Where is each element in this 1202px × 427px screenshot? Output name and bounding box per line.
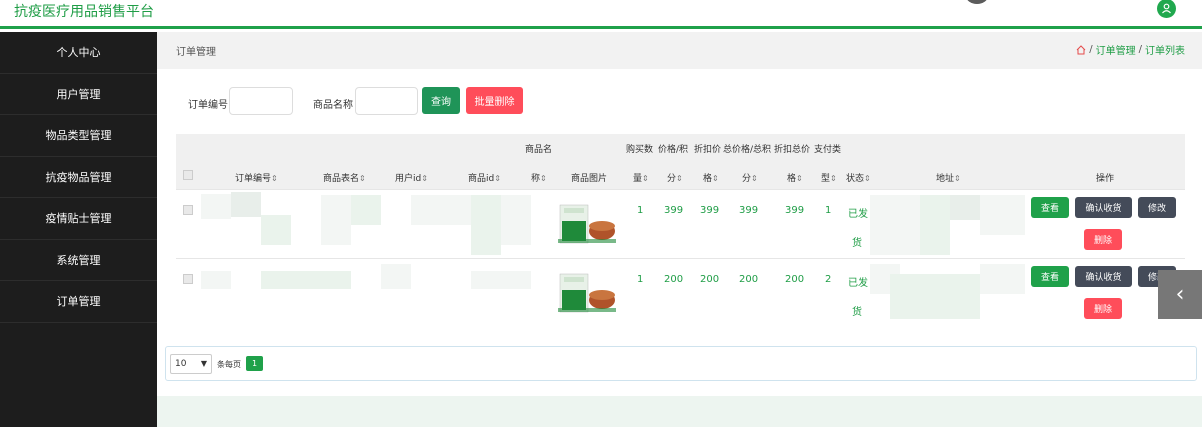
col-discount[interactable]: 格	[703, 171, 719, 184]
orders-table: 商品名 购买数 价格/积 折扣价 总价格/总积 折扣总价 支付类 订单编号 商品…	[176, 134, 1185, 327]
product-name-input[interactable]	[355, 87, 418, 115]
col-discount-total[interactable]: 格	[787, 171, 803, 184]
product-image	[558, 204, 616, 244]
col-qty[interactable]: 量	[633, 171, 649, 184]
col-status[interactable]: 状态	[846, 171, 871, 184]
col-table-name[interactable]: 商品表名	[323, 171, 366, 184]
sidebar-item-order-management[interactable]: 订单管理	[0, 281, 157, 323]
table-row: 1 399 399 399 399 1 已发 货 查看 确认收货 修改 删除	[176, 189, 1185, 258]
col-product-id[interactable]: 商品id	[468, 171, 501, 184]
product-image	[558, 273, 616, 313]
page-number-current[interactable]: 1	[246, 356, 263, 371]
sidebar: 个人中心 用户管理 物品类型管理 抗疫物品管理 疫情贴士管理 系统管理 订单管理	[0, 32, 157, 427]
order-no-label: 订单编号	[188, 100, 228, 111]
page-size-select[interactable]: 10 ▼	[170, 354, 212, 374]
search-bar: 订单编号 商品名称 查询 批量删除	[157, 69, 1202, 135]
top-bar: 抗疫医疗用品销售平台	[0, 0, 1202, 29]
main-area: 订单管理 / 订单管理 / 订单列表 订单编号 商品名称 查询 批量删除 商品名…	[157, 32, 1202, 427]
breadcrumb-path: / 订单管理 / 订单列表	[1076, 42, 1185, 57]
order-no-input[interactable]	[229, 87, 293, 115]
product-name-label: 商品名称	[313, 100, 353, 111]
sidebar-item-tips-management[interactable]: 疫情贴士管理	[0, 198, 157, 240]
col-product-name[interactable]: 称	[531, 171, 547, 184]
breadcrumb-order-management[interactable]: 订单管理	[1096, 42, 1136, 57]
per-page-label: 条每页	[217, 360, 241, 369]
view-button[interactable]: 查看	[1031, 197, 1069, 218]
sidebar-item-personal-center[interactable]: 个人中心	[0, 32, 157, 74]
sidebar-item-user-management[interactable]: 用户管理	[0, 74, 157, 115]
sidebar-item-item-type-management[interactable]: 物品类型管理	[0, 115, 157, 157]
col-actions: 操作	[1096, 174, 1115, 184]
sidebar-item-system-management[interactable]: 系统管理	[0, 240, 157, 281]
view-button[interactable]: 查看	[1031, 266, 1069, 287]
row-checkbox[interactable]	[183, 274, 193, 284]
delete-button[interactable]: 删除	[1084, 298, 1122, 319]
col-order-no[interactable]: 订单编号	[235, 171, 278, 184]
pagination: 10 ▼ 条每页 1	[165, 346, 1197, 381]
page-title: 订单管理	[176, 47, 216, 58]
table-header: 商品名 购买数 价格/积 折扣价 总价格/总积 折扣总价 支付类 订单编号 商品…	[176, 134, 1185, 189]
col-product-image: 商品图片	[571, 174, 608, 184]
app-title: 抗疫医疗用品销售平台	[14, 4, 154, 20]
edit-button[interactable]: 修改	[1138, 197, 1176, 218]
top-circle-button[interactable]	[966, 0, 988, 4]
breadcrumb: 订单管理 / 订单管理 / 订单列表	[157, 32, 1202, 69]
col-price[interactable]: 分	[667, 171, 683, 184]
chevron-down-icon: ▼	[200, 359, 207, 368]
row-checkbox[interactable]	[183, 205, 193, 215]
table-row: 1 200 200 200 200 2 已发 货 查看 确认收货 修改 删除	[176, 258, 1185, 327]
delete-button[interactable]: 删除	[1084, 229, 1122, 250]
confirm-receipt-button[interactable]: 确认收货	[1075, 197, 1132, 218]
breadcrumb-order-list: 订单列表	[1145, 46, 1185, 57]
user-icon	[1162, 3, 1171, 14]
avatar[interactable]	[1157, 0, 1176, 18]
col-address[interactable]: 地址	[936, 171, 961, 184]
home-icon[interactable]	[1076, 44, 1086, 55]
chevron-left-icon[interactable]: ‹	[1158, 270, 1202, 319]
select-all-checkbox[interactable]	[183, 170, 193, 180]
col-user-id[interactable]: 用户id	[395, 171, 428, 184]
col-pay-type[interactable]: 型	[821, 171, 837, 184]
batch-delete-button[interactable]: 批量删除	[466, 87, 523, 114]
col-total[interactable]: 分	[742, 171, 758, 184]
confirm-receipt-button[interactable]: 确认收货	[1075, 266, 1132, 287]
sidebar-item-epidemic-goods-management[interactable]: 抗疫物品管理	[0, 157, 157, 198]
query-button[interactable]: 查询	[422, 87, 460, 114]
